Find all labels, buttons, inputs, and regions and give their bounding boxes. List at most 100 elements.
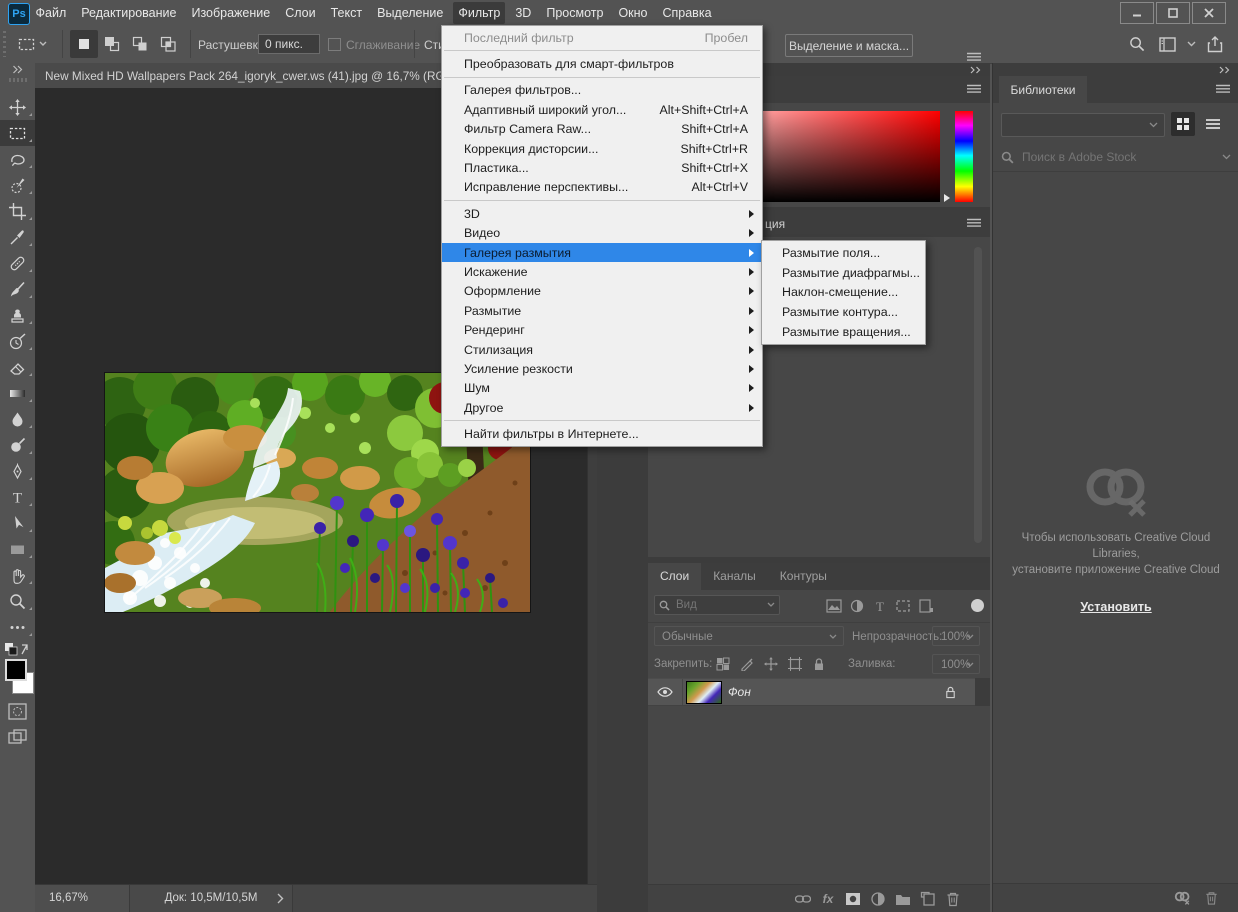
status-chevron-icon[interactable] <box>277 893 284 904</box>
new-selection-button[interactable] <box>70 30 98 58</box>
rectangle-tool[interactable] <box>0 536 35 562</box>
path-selection-tool[interactable] <box>0 510 35 536</box>
filter-menu-item-15[interactable]: Стилизация <box>442 340 762 359</box>
menubar-item-3[interactable]: Слои <box>280 2 320 24</box>
layers-filter-search[interactable] <box>654 595 780 615</box>
workspace-chevron-button[interactable] <box>1182 35 1200 53</box>
share-button[interactable] <box>1206 35 1224 53</box>
filter-menu-item-17[interactable]: Шум <box>442 379 762 398</box>
clone-stamp-tool[interactable] <box>0 302 35 328</box>
filter-menu-item-12[interactable]: Оформление <box>442 282 762 301</box>
rectangular-marquee-tool[interactable] <box>0 120 35 146</box>
grid-view-button[interactable] <box>1171 112 1195 136</box>
filtering-toggle[interactable] <box>971 599 984 612</box>
menubar-item-8[interactable]: Просмотр <box>541 2 608 24</box>
hue-slider-marker[interactable] <box>944 194 950 202</box>
gradient-tool[interactable] <box>0 380 35 406</box>
document-tab[interactable]: New Mixed HD Wallpapers Pack 264_igoryk_… <box>35 63 465 88</box>
search-button[interactable] <box>1128 35 1146 53</box>
filter-menu-item-10[interactable]: Галерея размытия <box>442 243 762 262</box>
quick-mask-button[interactable] <box>8 703 27 725</box>
eraser-tool[interactable] <box>0 354 35 380</box>
opacity-value-field[interactable]: 100% <box>932 626 980 646</box>
antialias-checkbox[interactable] <box>328 38 341 51</box>
layer-visibility-toggle[interactable] <box>648 679 683 705</box>
pen-tool[interactable] <box>0 458 35 484</box>
zoom-level-field[interactable]: 16,67% <box>35 885 130 912</box>
menubar-item-6[interactable]: Фильтр <box>453 2 505 24</box>
filter-menu-item-14[interactable]: Рендеринг <box>442 320 762 339</box>
layers-panel-tab-2[interactable]: Контуры <box>768 563 839 590</box>
filter-menu-item-11[interactable]: Искажение <box>442 262 762 281</box>
lock-transparency-icon[interactable] <box>716 657 730 671</box>
layer-row-background[interactable]: Фон <box>648 678 975 706</box>
add-layer-mask-icon[interactable] <box>845 891 861 907</box>
quick-selection-tool[interactable] <box>0 172 35 198</box>
filter-menu-item-18[interactable]: Другое <box>442 398 762 417</box>
panel-menu-icon[interactable] <box>966 84 982 95</box>
document-size-field[interactable]: Док: 10,5M/10,5M <box>130 885 293 912</box>
menubar-item-1[interactable]: Редактирование <box>76 2 181 24</box>
blur-submenu-item-1[interactable]: Размытие диафрагмы... <box>762 263 925 283</box>
dodge-tool[interactable] <box>0 432 35 458</box>
add-to-selection-button[interactable] <box>98 30 126 58</box>
filter-type-layers-icon[interactable]: T <box>872 599 888 613</box>
type-tool[interactable]: T <box>0 484 35 510</box>
cc-sync-icon[interactable] <box>1174 890 1191 906</box>
new-group-icon[interactable] <box>895 891 911 907</box>
edit-toolbar-button[interactable] <box>0 614 35 640</box>
list-view-button[interactable] <box>1201 112 1225 136</box>
filter-adjustment-layers-icon[interactable] <box>849 599 865 613</box>
lock-image-icon[interactable] <box>740 657 754 671</box>
filter-menu-item-6[interactable]: Пластика...Shift+Ctrl+X <box>442 158 762 177</box>
blur-submenu-item-4[interactable]: Размытие вращения... <box>762 322 925 342</box>
delete-layer-icon[interactable] <box>945 891 961 907</box>
spot-healing-brush-tool[interactable] <box>0 250 35 276</box>
filter-menu-item-19[interactable]: Найти фильтры в Интернете... <box>442 424 762 443</box>
menubar-item-0[interactable]: Файл <box>31 2 72 24</box>
feather-input[interactable] <box>258 34 320 54</box>
stock-search-input[interactable] <box>1020 149 1216 165</box>
crop-tool[interactable] <box>0 198 35 224</box>
library-select[interactable] <box>1001 113 1165 137</box>
menubar-item-10[interactable]: Справка <box>657 2 716 24</box>
menubar-item-9[interactable]: Окно <box>613 2 652 24</box>
filter-menu-item-7[interactable]: Исправление перспективы...Alt+Ctrl+V <box>442 178 762 197</box>
adjustments-tab-partial[interactable]: ция <box>765 217 785 231</box>
panel-menu-icon[interactable] <box>966 218 982 229</box>
install-link[interactable]: Установить <box>1080 600 1151 614</box>
maximize-button[interactable] <box>1156 2 1190 24</box>
menubar-item-7[interactable]: 3D <box>510 2 536 24</box>
filter-menu-item-5[interactable]: Коррекция дисторсии...Shift+Ctrl+R <box>442 139 762 158</box>
filter-smart-objects-icon[interactable] <box>918 599 934 613</box>
layer-thumbnail[interactable] <box>686 681 722 704</box>
panel-menu-icon[interactable] <box>1215 84 1231 95</box>
panel-menu-icon[interactable] <box>966 52 982 63</box>
tools-grip[interactable] <box>9 78 27 82</box>
filter-menu-item-0[interactable]: Последний фильтрПробел <box>442 28 762 47</box>
history-brush-tool[interactable] <box>0 328 35 354</box>
link-layers-icon[interactable] <box>795 891 811 907</box>
filter-pixel-layers-icon[interactable] <box>826 599 842 613</box>
close-button[interactable] <box>1192 2 1226 24</box>
layer-style-button[interactable]: fx <box>820 891 836 907</box>
hand-tool[interactable] <box>0 562 35 588</box>
blur-tool[interactable] <box>0 406 35 432</box>
hue-slider[interactable] <box>955 111 973 202</box>
filter-menu-item-9[interactable]: Видео <box>442 224 762 243</box>
lasso-tool[interactable] <box>0 146 35 172</box>
tool-preset-button[interactable] <box>14 32 58 56</box>
new-adjustment-layer-icon[interactable] <box>870 891 886 907</box>
menubar-item-5[interactable]: Выделение <box>372 2 448 24</box>
intersect-selection-button[interactable] <box>154 30 182 58</box>
delete-icon[interactable] <box>1204 890 1219 906</box>
layers-list-empty-area[interactable] <box>648 706 990 888</box>
workspace-switcher-button[interactable] <box>1158 35 1176 53</box>
collapse-panels-icon[interactable] <box>970 66 982 74</box>
foreground-color-swatch[interactable] <box>5 659 27 681</box>
lock-position-icon[interactable] <box>764 657 778 671</box>
layer-name[interactable]: Фон <box>728 685 751 699</box>
blur-submenu-item-2[interactable]: Наклон-смещение... <box>762 283 925 303</box>
menubar-item-2[interactable]: Изображение <box>186 2 275 24</box>
collapse-panels-icon[interactable] <box>1219 66 1231 74</box>
